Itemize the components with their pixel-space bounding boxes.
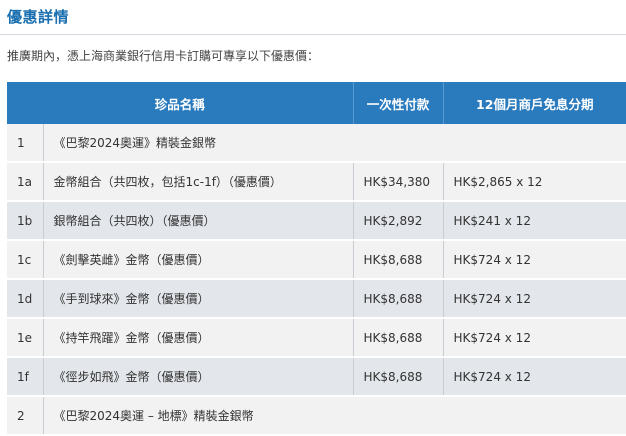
- header-lump-sum: 一次性付款: [353, 82, 444, 124]
- row-item-name: 《手到球來》金幣（優惠價）: [43, 279, 354, 319]
- row-item-name: 《劍擊英雌》金幣（優惠價）: [43, 240, 354, 280]
- row-installment: HK$724 x 12: [443, 279, 626, 319]
- section-title: 優惠詳情: [7, 8, 70, 26]
- table-row: 2 《巴黎2024奧運 – 地標》精裝金銀幣: [7, 396, 626, 436]
- row-installment: HK$2,865 x 12: [443, 162, 626, 202]
- row-item-name: 《徑步如飛》金幣（優惠價）: [43, 357, 354, 397]
- row-index: 1: [7, 124, 44, 163]
- row-price: HK$8,688: [353, 279, 444, 319]
- table-row: 1 《巴黎2024奧運》精裝金銀幣: [7, 124, 626, 163]
- row-installment: HK$724 x 12: [443, 240, 626, 280]
- row-index: 1f: [7, 357, 44, 397]
- table-row: 1a 金幣組合（共四枚，包括1c-1f）（優惠價） HK$34,380 HK$2…: [7, 162, 626, 202]
- row-installment: HK$724 x 12: [443, 357, 626, 397]
- row-item-name: 金幣組合（共四枚，包括1c-1f）（優惠價）: [43, 162, 354, 202]
- row-index: 1d: [7, 279, 44, 319]
- table-row: 1b 銀幣組合（共四枚）（優惠價） HK$2,892 HK$241 x 12: [7, 201, 626, 241]
- row-price: HK$8,688: [353, 240, 444, 280]
- table-row: 1c 《劍擊英雌》金幣（優惠價） HK$8,688 HK$724 x 12: [7, 240, 626, 280]
- row-item-name: 《巴黎2024奧運》精裝金銀幣: [43, 124, 626, 163]
- row-index: 2: [7, 396, 44, 436]
- row-price: HK$34,380: [353, 162, 444, 202]
- table-row: 1e 《持竿飛躍》金幣（優惠價） HK$8,688 HK$724 x 12: [7, 318, 626, 358]
- header-item-name: 珍品名稱: [7, 82, 354, 124]
- row-item-name: 《巴黎2024奧運 – 地標》精裝金銀幣: [43, 396, 626, 436]
- table-row: 1d 《手到球來》金幣（優惠價） HK$8,688 HK$724 x 12: [7, 279, 626, 319]
- row-index: 1c: [7, 240, 44, 280]
- row-index: 1e: [7, 318, 44, 358]
- row-installment: HK$241 x 12: [443, 201, 626, 241]
- row-index: 1a: [7, 162, 44, 202]
- header-installment: 12個月商戶免息分期: [443, 82, 626, 124]
- table-row: 1f 《徑步如飛》金幣（優惠價） HK$8,688 HK$724 x 12: [7, 357, 626, 397]
- title-divider: [0, 34, 626, 35]
- table-header-row: 珍品名稱 一次性付款 12個月商戶免息分期: [7, 82, 626, 124]
- row-item-name: 《持竿飛躍》金幣（優惠價）: [43, 318, 354, 358]
- row-price: HK$2,892: [353, 201, 444, 241]
- row-installment: HK$724 x 12: [443, 318, 626, 358]
- row-price: HK$8,688: [353, 357, 444, 397]
- row-index: 1b: [7, 201, 44, 241]
- promotion-table: 珍品名稱 一次性付款 12個月商戶免息分期 1 《巴黎2024奧運》精裝金銀幣 …: [7, 82, 626, 436]
- row-price: HK$8,688: [353, 318, 444, 358]
- row-item-name: 銀幣組合（共四枚）（優惠價）: [43, 201, 354, 241]
- intro-text: 推廣期內，憑上海商業銀行信用卡訂購可專享以下優惠價：: [7, 49, 320, 63]
